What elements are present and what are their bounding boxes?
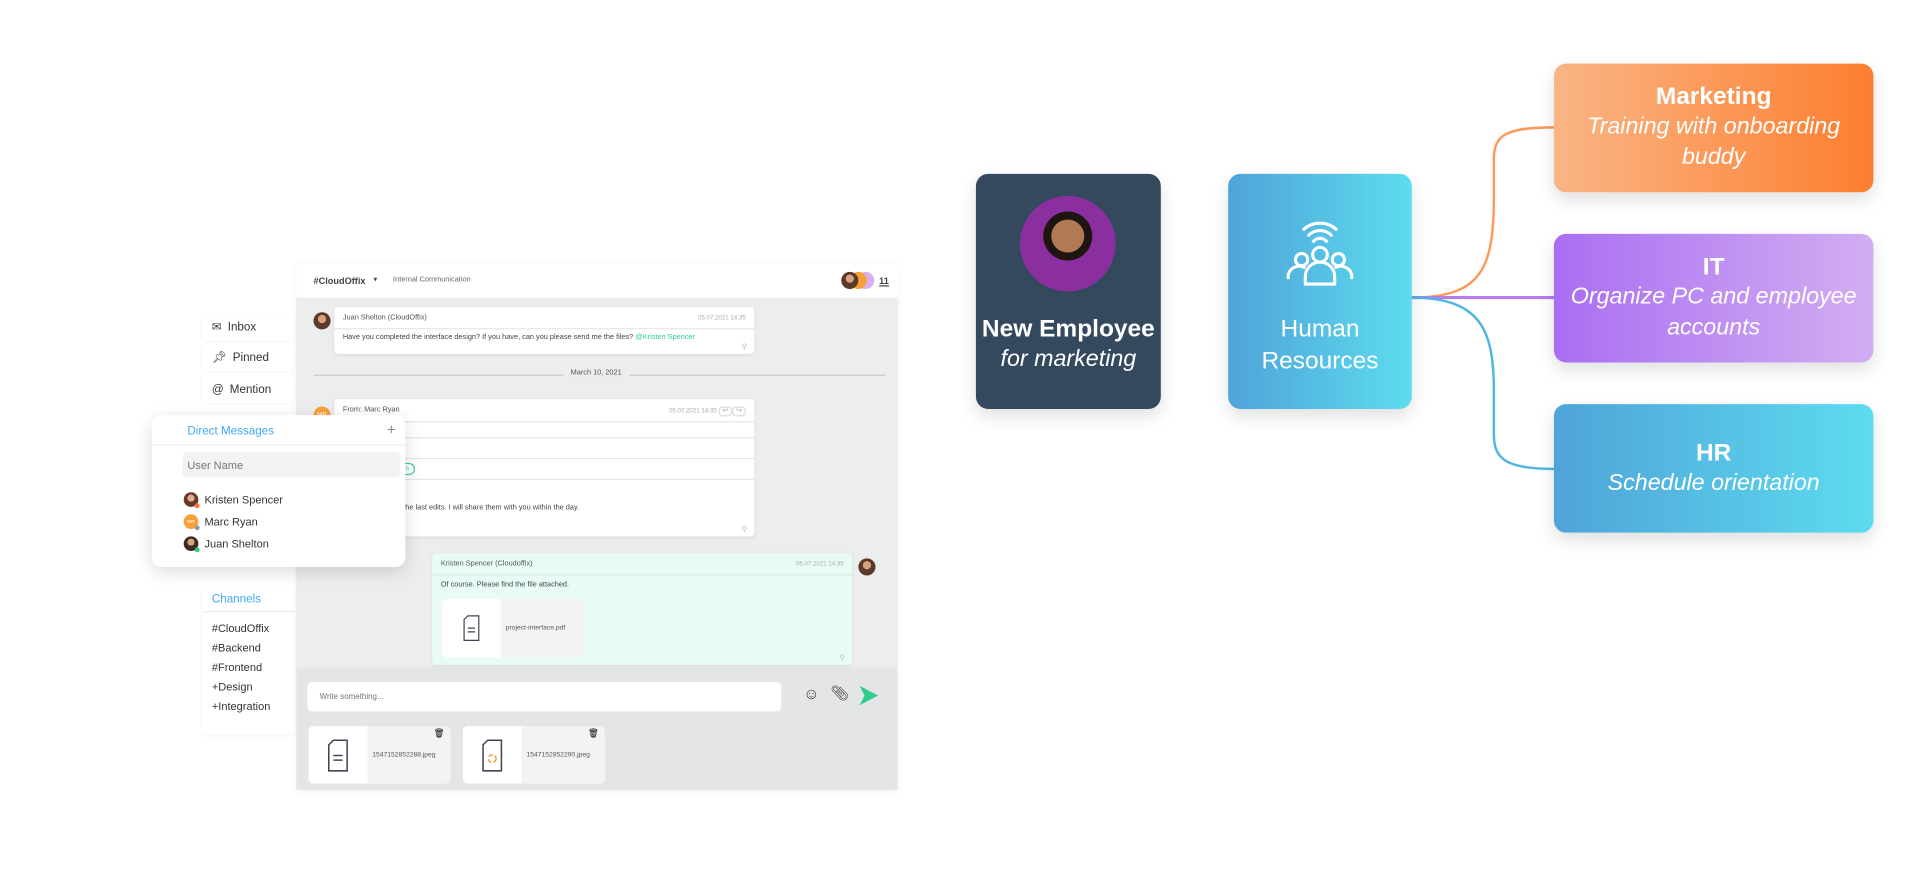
- box-subtitle: accounts: [1667, 314, 1761, 341]
- box-title: IT: [1702, 253, 1725, 281]
- connector-hr: [1410, 296, 1556, 471]
- box-subtitle: Organize PC and employee: [1570, 284, 1857, 310]
- people-signal-icon: [1286, 221, 1354, 286]
- box-title: Marketing: [1655, 83, 1772, 111]
- box-subtitle: buddy: [1681, 144, 1746, 171]
- branch-hr: HR Schedule orientation: [1553, 404, 1874, 533]
- employee-avatar: [1020, 195, 1116, 292]
- branch-it: IT Organize PC and employee accounts: [1553, 233, 1874, 363]
- box-subtitle: for marketing: [1000, 346, 1137, 373]
- box-title: New Employee: [981, 315, 1155, 343]
- connector-marketing: [1410, 126, 1556, 299]
- box-title: HR: [1695, 438, 1732, 466]
- box-subtitle: Training with onboarding: [1587, 113, 1841, 140]
- new-employee-box: New Employee for marketing: [975, 173, 1161, 409]
- human-resources-box: Human Resources: [1228, 173, 1412, 409]
- box-title: Resources: [1261, 347, 1379, 375]
- box-title: Human: [1280, 315, 1360, 343]
- branch-marketing: Marketing Training with onboarding buddy: [1553, 63, 1874, 193]
- stage: ✉ Inbox 📌︎ Pinned @ Mention Channels #Cloud…: [0, 0, 1920, 880]
- box-subtitle: Schedule orientation: [1607, 469, 1820, 496]
